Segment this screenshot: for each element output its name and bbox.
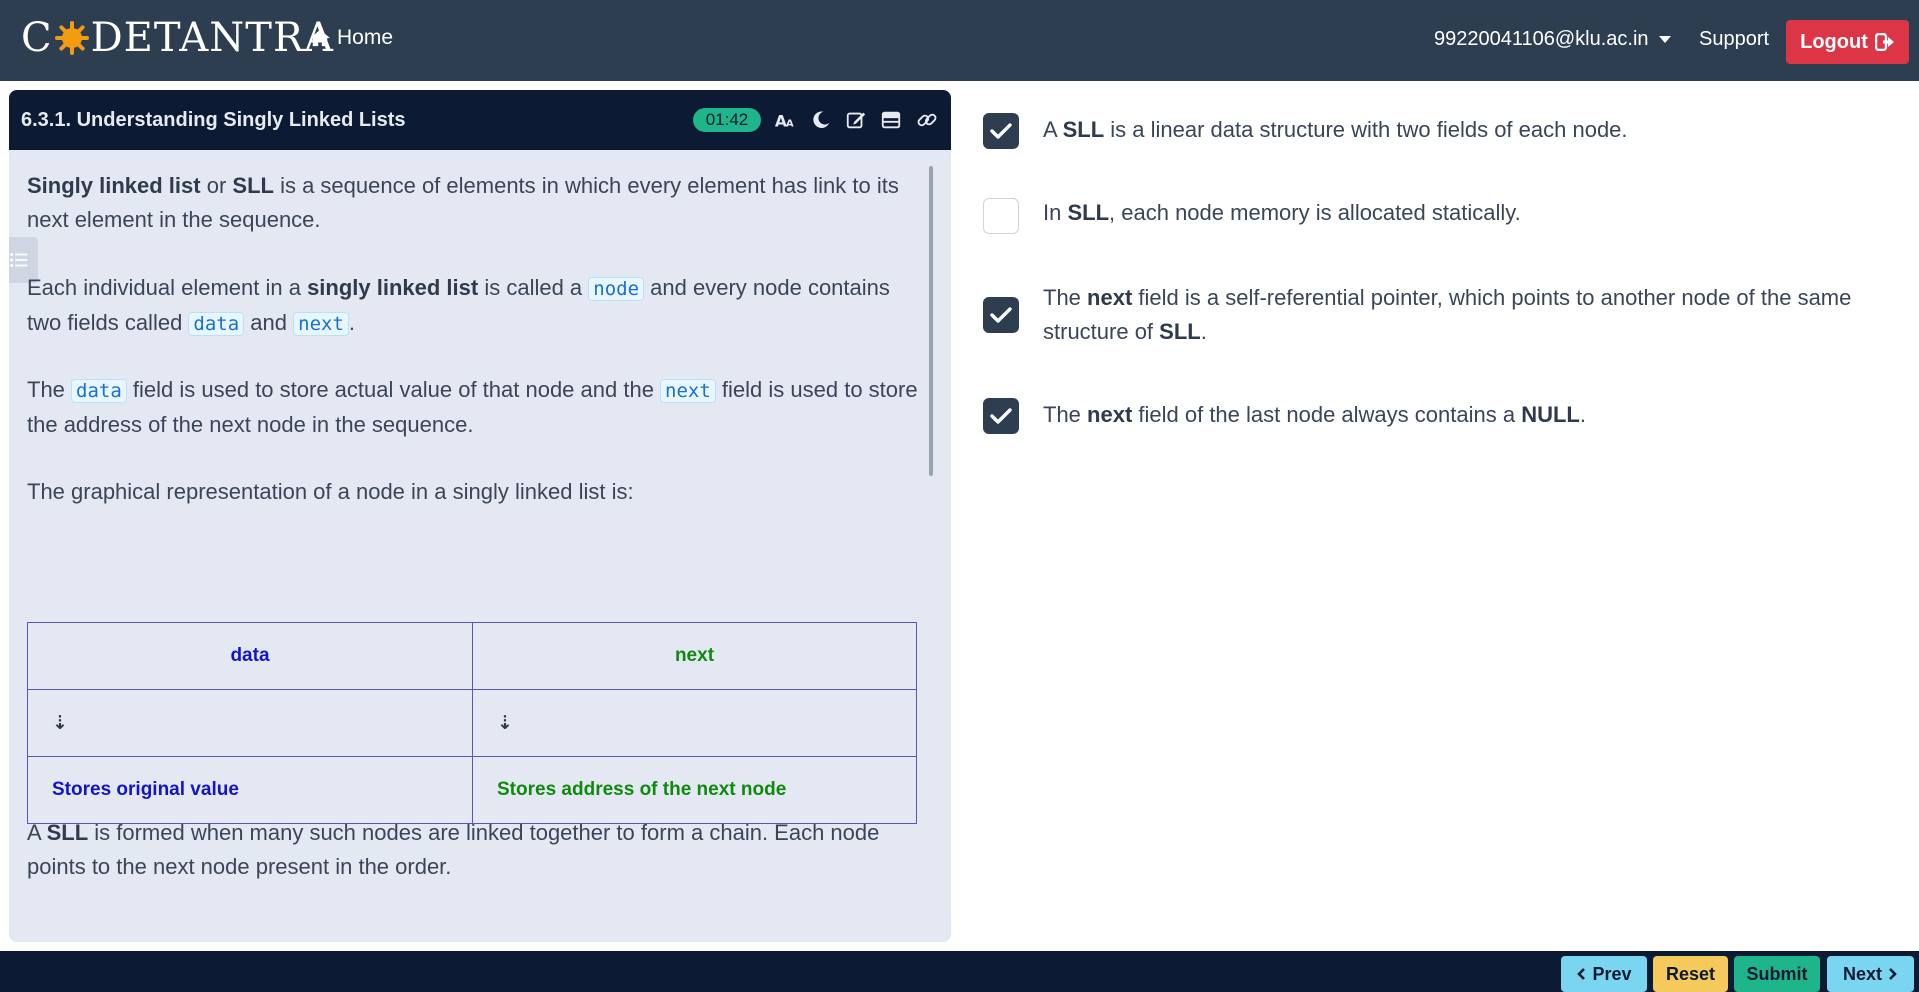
- paragraph-graphical: The graphical representation of a node i…: [27, 479, 634, 504]
- node-structure-table: data next ⇣ ⇣ Stores original value Stor…: [27, 622, 917, 824]
- caret-down-icon: [1658, 36, 1671, 43]
- home-link[interactable]: Home: [309, 26, 393, 50]
- paragraph-chain: A SLL is formed when many such nodes are…: [27, 820, 880, 879]
- table-cell-next-desc: Stores address of the next node: [472, 756, 917, 824]
- check-icon: [990, 307, 1012, 323]
- option-3-text: The next field is a self-referential poi…: [1043, 285, 1852, 344]
- logo-text-start: C: [21, 15, 53, 61]
- home-icon: [310, 29, 330, 47]
- support-link[interactable]: Support: [1699, 28, 1769, 51]
- code-data: data: [188, 312, 245, 336]
- layout-icon[interactable]: [879, 108, 903, 132]
- table-row: data next: [27, 622, 917, 690]
- table-row: Stores original value Stores address of …: [27, 756, 917, 824]
- timer-badge: 01:42: [693, 108, 761, 132]
- lesson-title: 6.3.1. Understanding Singly Linked Lists: [21, 109, 406, 131]
- chevron-right-icon: [1889, 968, 1897, 980]
- next-button[interactable]: Next: [1827, 956, 1914, 992]
- code-next: next: [660, 379, 716, 403]
- next-label: Next: [1842, 963, 1882, 984]
- top-navbar: C DETANTRA Home 99220041106@klu.ac.in Su…: [0, 0, 1919, 81]
- chevron-left-icon: [1577, 968, 1586, 980]
- paragraph-fields: The data field is used to store actual v…: [27, 377, 918, 437]
- prev-button[interactable]: Prev: [1561, 956, 1647, 992]
- check-icon: [990, 408, 1012, 424]
- svg-text:A: A: [786, 118, 794, 129]
- prev-label: Prev: [1592, 963, 1632, 984]
- table-header-data: data: [27, 622, 473, 690]
- list-icon: [10, 253, 28, 267]
- code-data: data: [71, 379, 127, 403]
- lesson-content[interactable]: Singly linked list or SLL is a sequence …: [9, 150, 951, 942]
- option-4-checkbox[interactable]: [983, 398, 1019, 434]
- link-icon[interactable]: [915, 108, 939, 132]
- option-3-checkbox[interactable]: [983, 297, 1019, 333]
- home-label: Home: [337, 26, 394, 49]
- logo-text-end: DETANTRA: [90, 15, 334, 61]
- down-arrow-icon: ⇣: [472, 689, 917, 757]
- content-scrollbar[interactable]: [929, 166, 933, 476]
- submit-button[interactable]: Submit: [1734, 956, 1820, 992]
- edit-icon[interactable]: [844, 108, 868, 132]
- option-4-text: The next field of the last node always c…: [1043, 402, 1586, 427]
- option-1-text: A SLL is a linear data structure with tw…: [1043, 117, 1628, 142]
- paragraph-node: Each individual element in a singly link…: [27, 275, 890, 336]
- table-row: ⇣ ⇣: [27, 689, 917, 757]
- user-email: 99220041106@klu.ac.in: [1434, 28, 1649, 50]
- moon-icon[interactable]: [809, 108, 833, 132]
- table-cell-data-desc: Stores original value: [27, 756, 473, 824]
- codetantra-logo[interactable]: C DETANTRA: [21, 15, 334, 61]
- code-next: next: [293, 312, 349, 336]
- down-arrow-icon: ⇣: [27, 689, 473, 757]
- logout-label: Logout: [1800, 30, 1868, 53]
- paragraph-intro: Singly linked list or SLL is a sequence …: [27, 173, 899, 232]
- table-header-next: next: [472, 622, 917, 690]
- option-1-checkbox[interactable]: [983, 113, 1019, 149]
- footer-bar: Prev Reset Submit Next: [0, 951, 1919, 992]
- lesson-header: 6.3.1. Understanding Singly Linked Lists…: [9, 90, 951, 150]
- user-menu-dropdown[interactable]: 99220041106@klu.ac.in: [1434, 28, 1671, 51]
- check-icon: [990, 123, 1012, 139]
- option-2-checkbox[interactable]: [983, 198, 1019, 234]
- logout-icon: [1874, 33, 1894, 51]
- code-node: node: [588, 277, 645, 301]
- sun-logo-icon: [54, 21, 89, 55]
- logout-button[interactable]: Logout: [1786, 20, 1909, 64]
- font-size-icon[interactable]: AA: [773, 108, 797, 132]
- lesson-panel: 6.3.1. Understanding Singly Linked Lists…: [9, 90, 951, 942]
- reset-button[interactable]: Reset: [1653, 956, 1728, 992]
- option-2-text: In SLL, each node memory is allocated st…: [1043, 200, 1521, 225]
